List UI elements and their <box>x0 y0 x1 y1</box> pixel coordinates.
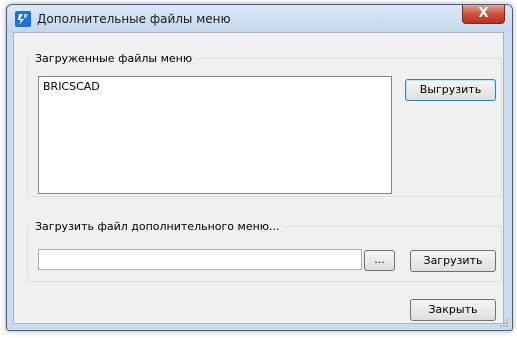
close-icon: X <box>478 6 489 21</box>
unload-button-label: Выгрузить <box>419 83 482 96</box>
browse-button-label: ... <box>374 253 385 266</box>
list-item[interactable]: BRICSCAD <box>43 80 100 93</box>
browse-button[interactable]: ... <box>364 250 395 271</box>
window-title: Дополнительные файлы меню <box>37 12 231 26</box>
loaded-menus-legend: Загруженные файлы меню <box>35 52 193 65</box>
load-button[interactable]: Загрузить <box>410 250 496 272</box>
unload-button[interactable]: Выгрузить <box>405 79 496 101</box>
loaded-menus-list[interactable]: BRICSCAD <box>38 76 392 194</box>
resize-grip-icon[interactable] <box>499 318 509 328</box>
title-bar[interactable]: Дополнительные файлы меню X <box>7 5 512 33</box>
load-button-label: Загрузить <box>423 254 483 267</box>
close-button-label: Закрыть <box>428 303 478 316</box>
bricscad-app-icon <box>15 11 31 27</box>
close-window-button[interactable]: X <box>462 5 505 24</box>
close-button[interactable]: Закрыть <box>410 299 496 321</box>
load-menu-legend: Загрузить файл дополнительного меню... <box>35 220 280 233</box>
menu-file-path-input[interactable] <box>38 249 362 270</box>
